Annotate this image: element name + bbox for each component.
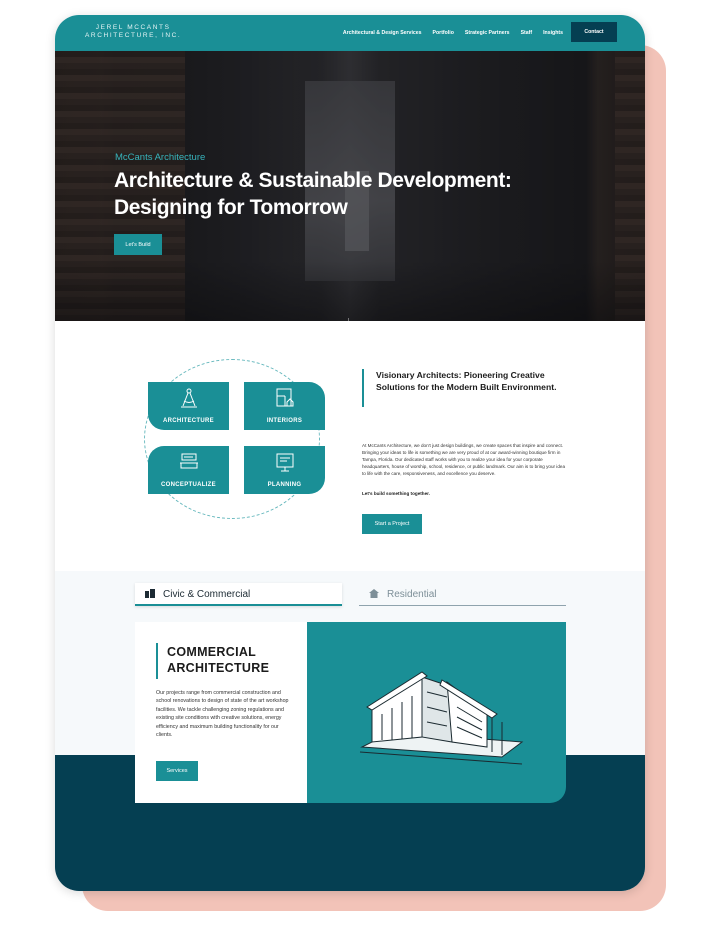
project-title-line-1: COMMERCIAL (167, 645, 257, 659)
service-tile-label: ARCHITECTURE (163, 418, 214, 424)
project-body: Our projects range from commercial const… (156, 690, 289, 739)
about-title: Visionary Architects: Pioneering Creativ… (376, 370, 557, 392)
service-tile-label: PLANNING (267, 482, 302, 488)
site-logo[interactable]: JEREL MCCANTS ARCHITECTURE, INC. (85, 24, 181, 40)
tab-label: Residential (387, 589, 437, 600)
project-title: COMMERCIAL ARCHITECTURE (167, 644, 269, 676)
lets-build-button[interactable]: Let's Build (114, 234, 162, 255)
hero-title-line-1: Architecture & Sustainable Development: (114, 169, 512, 192)
logo-line-2: ARCHITECTURE, INC. (85, 32, 182, 39)
about-tagline: Let's build something together. (362, 491, 430, 496)
hero-title: Architecture & Sustainable Development: … (114, 167, 534, 221)
hero-subtitle: McCants Architecture (115, 152, 206, 163)
service-tile-label: CONCEPTUALIZE (161, 482, 216, 488)
service-tile-interiors[interactable]: INTERIORS (244, 382, 325, 430)
building-icon (145, 589, 155, 598)
nav-link-portfolio[interactable]: Portfolio (433, 30, 454, 36)
service-tile-planning[interactable]: PLANNING (244, 446, 325, 494)
contact-button[interactable]: Contact (571, 22, 617, 42)
logo-line-1: JEREL MCCANTS (95, 24, 171, 31)
mockup-stage: JEREL MCCANTS ARCHITECTURE, INC. Archite… (0, 0, 720, 950)
compass-icon (181, 388, 197, 408)
nav-link-staff[interactable]: Staff (521, 30, 533, 36)
blueprint-icon (276, 453, 294, 472)
house-icon (369, 589, 379, 598)
tab-residential[interactable]: Residential (359, 583, 566, 606)
about-title-accent-bar (362, 369, 364, 407)
nav-link-services[interactable]: Architectural & Design Services (343, 30, 422, 36)
project-card: COMMERCIAL ARCHITECTURE Our projects ran… (135, 622, 566, 803)
service-tile-architecture[interactable]: ARCHITECTURE (148, 382, 229, 430)
project-title-line-2: ARCHITECTURE (167, 661, 270, 675)
nav-link-insights[interactable]: Insights (543, 30, 563, 36)
nav-link-strategic-partners[interactable]: Strategic Partners (465, 30, 510, 36)
service-tile-label: INTERIORS (266, 418, 303, 424)
hero-section: McCants Architecture Architecture & Sust… (55, 51, 645, 321)
about-body: At McCants Architecture, we don't just d… (362, 443, 565, 476)
project-card-image-panel (307, 622, 566, 803)
nav-links: Architectural & Design Services Portfoli… (343, 15, 563, 51)
project-card-text-panel: COMMERCIAL ARCHITECTURE Our projects ran… (135, 622, 307, 803)
tab-civic-commercial[interactable]: Civic & Commercial (135, 583, 342, 606)
hero-title-line-2: Designing for Tomorrow (114, 196, 348, 219)
project-title-accent-bar (156, 643, 158, 679)
about-section: ARCHITECTURE INTERIORS CONCEPTUALIZE PLA… (55, 321, 645, 571)
tab-label: Civic & Commercial (163, 589, 251, 600)
floorplan-icon (276, 388, 294, 407)
start-project-button[interactable]: Start a Project (362, 514, 422, 534)
top-nav: JEREL MCCANTS ARCHITECTURE, INC. Archite… (55, 15, 645, 51)
device-frame: JEREL MCCANTS ARCHITECTURE, INC. Archite… (55, 15, 645, 891)
scroll-down-icon[interactable]: ↓ (346, 315, 351, 321)
building-sketch-illustration (359, 671, 524, 765)
drafting-desk-icon (180, 453, 198, 469)
services-button[interactable]: Services (156, 761, 198, 781)
service-tile-conceptualize[interactable]: CONCEPTUALIZE (148, 446, 229, 494)
